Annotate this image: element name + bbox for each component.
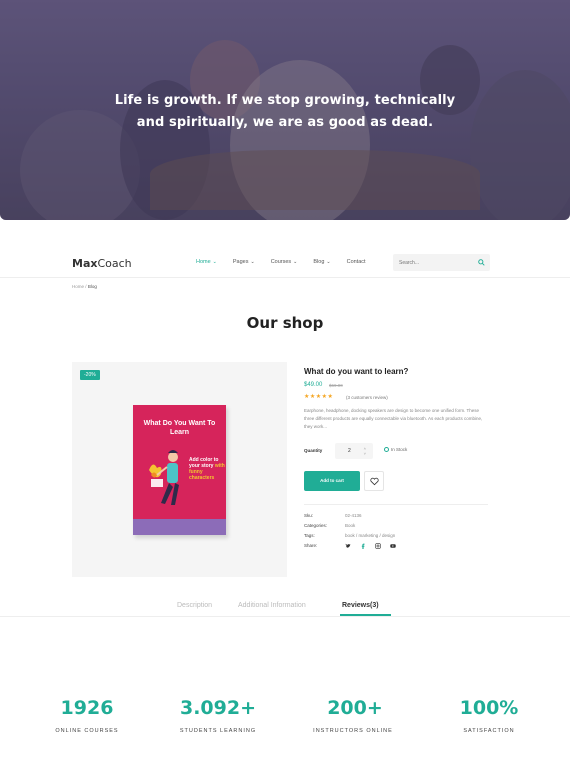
active-tab-indicator [340,614,391,616]
quantity-value: 2 [348,448,351,454]
heart-icon [370,477,379,486]
tags-links[interactable]: book / marketing / design [345,533,395,538]
breadcrumb-current: Blog [87,284,97,289]
instagram-icon[interactable] [375,543,381,549]
chevron-down-icon: ⌄ [212,259,217,265]
book-cover-band [133,519,226,535]
page-title: Our shop [246,314,324,332]
product-old-price: $69.00 [329,383,343,388]
quantity-label: Quantity [304,448,323,453]
book-cover-subtitle: Add color to your story with funny chara… [189,457,225,481]
product-title: What do you want to learn? [304,367,409,376]
chevron-down-icon: ⌄ [293,259,298,265]
nav-label: Home [196,259,211,265]
breadcrumb-home[interactable]: Home [72,284,84,289]
stat-value: 1926 [60,697,114,719]
meta-key: Sku: [304,513,314,518]
meta-key: Categories: [304,523,328,528]
rating-stars: ★★★★★ [304,394,334,400]
review-count-link[interactable]: (3 customers review) [346,395,388,400]
meta-tags: Tags: book / marketing / design [304,533,395,538]
meta-key: Tags: [304,533,315,538]
meta-share: Share: [304,543,345,548]
category-link[interactable]: Book [345,523,355,528]
stat-value: 200+ [327,697,383,719]
nav-item-contact[interactable]: Contact [347,259,366,265]
breadcrumb: Home / Blog [72,284,97,289]
logo-bold: Max [72,257,98,270]
share-icons [345,543,396,549]
chevron-down-icon: ⌄ [250,259,255,265]
nav-label: Blog [313,259,325,265]
nav-item-blog[interactable]: Blog ⌄ [313,259,330,265]
stat-value: 100% [459,697,519,719]
sale-badge: -20% [80,370,100,380]
nav-label: Pages [232,259,249,265]
main-nav: Home ⌄ Pages ⌄ Courses ⌄ Blog ⌄ Contact [196,259,382,265]
stepper-arrows-icon[interactable]: ˄ ˅ [364,446,366,456]
wishlist-button[interactable] [364,471,384,491]
tabs-divider [0,616,570,617]
twitter-icon[interactable] [345,543,351,549]
stock-status: In Stock [384,447,408,453]
character-illustration-icon [149,450,179,505]
add-to-cart-button[interactable]: Add to cart [304,471,360,491]
site-logo[interactable]: MaxCoach [72,257,132,270]
hero-quote: Life is growth. If we stop growing, tech… [0,90,570,134]
nav-label: Courses [270,259,292,265]
tab-additional-information[interactable]: Additional Information [238,602,306,609]
hero-quote-line: Life is growth. If we stop growing, tech… [114,93,456,108]
book-cover: What Do You Want To Learn Add color to y… [133,405,226,535]
stat-label: INSTRUCTORS ONLINE [313,728,393,734]
hero-banner: Life is growth. If we stop growing, tech… [0,0,570,220]
nav-item-courses[interactable]: Courses ⌄ [271,259,298,265]
check-circle-icon [384,447,389,453]
breadcrumb-separator: / [85,284,87,289]
stock-label: In Stock [391,447,408,452]
stat-value: 3.092+ [179,697,257,719]
hero-quote-line: and spiritually, we are as good as dead. [136,115,434,130]
search-icon[interactable] [478,259,485,266]
nav-label: Contact [346,259,366,265]
stat-label: ONLINE COURSES [55,728,119,734]
search-input[interactable] [399,258,469,267]
facebook-icon[interactable] [360,543,366,549]
tab-reviews[interactable]: Reviews(3) [342,602,379,609]
meta-sku: Sku: 02-4136 [304,513,362,518]
search-box [393,254,490,271]
quantity-stepper[interactable]: 2 ˄ ˅ [335,443,373,459]
nav-item-pages[interactable]: Pages ⌄ [233,259,255,265]
product-description: Earphone, headphone, docking speakers ar… [304,408,483,429]
stat-label: SATISFACTION [463,728,515,734]
divider [304,504,488,505]
site-header: MaxCoach Home ⌄ Pages ⌄ Courses ⌄ Blog ⌄ Con… [0,248,570,278]
stat-label: STUDENTS LEARNING [179,728,257,734]
logo-rest: Coach [97,257,132,270]
meta-categories: Categories: Book [304,523,355,528]
product-price: $49.00 [304,382,323,388]
product-image[interactable]: -20% What Do You Want To Learn Add color… [72,362,287,577]
book-cover-title: What Do You Want To Learn [143,420,216,436]
tab-description[interactable]: Description [177,602,212,609]
nav-item-home[interactable]: Home ⌄ [196,259,217,265]
meta-key: Share: [304,543,318,548]
chevron-down-icon: ⌄ [326,259,331,265]
meta-value: 02-4136 [345,513,362,518]
youtube-icon[interactable] [390,543,396,549]
